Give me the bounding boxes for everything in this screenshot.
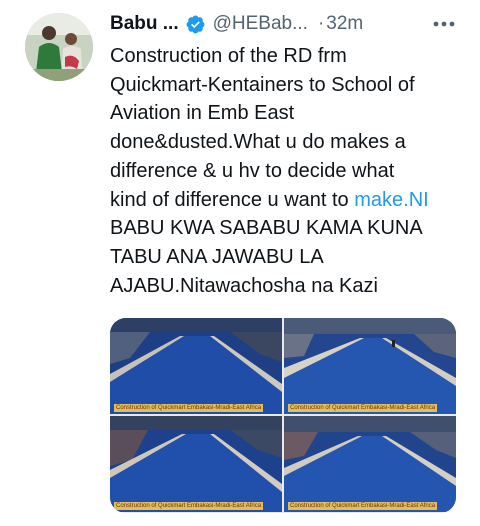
author-name[interactable]: Babu ... [110,13,179,35]
media-photo-2[interactable]: Construction of Quickmart Embakasi-Mradi… [284,318,456,414]
tweet-text-line: Aviation in Emb East [110,102,295,125]
photo-caption: Construction of Quickmart Embakasi-Mradi… [288,502,438,510]
tweet-timestamp[interactable]: 32m [326,13,363,35]
more-horizontal-icon[interactable] [430,13,458,35]
tweet-text-line: done&dusted.What u do makes a [110,131,406,154]
photo-caption: Construction of Quickmart Embakasi-Mradi… [114,502,264,510]
tweet-text-line: difference & u hv to decide what [110,159,395,182]
tweet-text-line: TABU ANA JAWABU LA [110,245,324,268]
tweet-text-line: AJABU.Nitawachosha na Kazi [110,274,378,297]
separator-dot: · [317,13,325,34]
media-photo-4[interactable]: Construction of Quickmart Embakasi-Mradi… [284,416,456,512]
media-photo-3[interactable]: Construction of Quickmart Embakasi-Mradi… [110,416,282,512]
media-grid: Construction of Quickmart Embakasi-Mradi… [110,318,456,513]
tweet-link[interactable]: make.NI [354,189,428,211]
tweet-text-line-with-link: kind of difference u want to make.NI [110,186,470,215]
media-photo-1[interactable]: Construction of Quickmart Embakasi-Mradi… [110,318,282,414]
author-avatar[interactable] [25,13,93,81]
author-handle[interactable]: @HEBab... [213,13,308,35]
tweet-text-line: BABU KWA SABABU KAMA KUNA [110,217,423,240]
tweet-text-fragment: kind of difference u want to [110,188,355,211]
photo-caption: Construction of Quickmart Embakasi-Mradi… [288,404,438,412]
tweet-text-line: Construction of the RD frm [110,45,347,67]
photo-caption: Construction of Quickmart Embakasi-Mradi… [114,404,264,412]
verified-badge-icon [185,14,206,35]
tweet-text-line: Quickmart-Kentainers to School of [110,73,415,96]
tweet-text: Construction of the RD frm Quickmart-Ken… [110,42,470,300]
tweet-header: Babu ... @HEBab... · 32m [110,11,470,37]
